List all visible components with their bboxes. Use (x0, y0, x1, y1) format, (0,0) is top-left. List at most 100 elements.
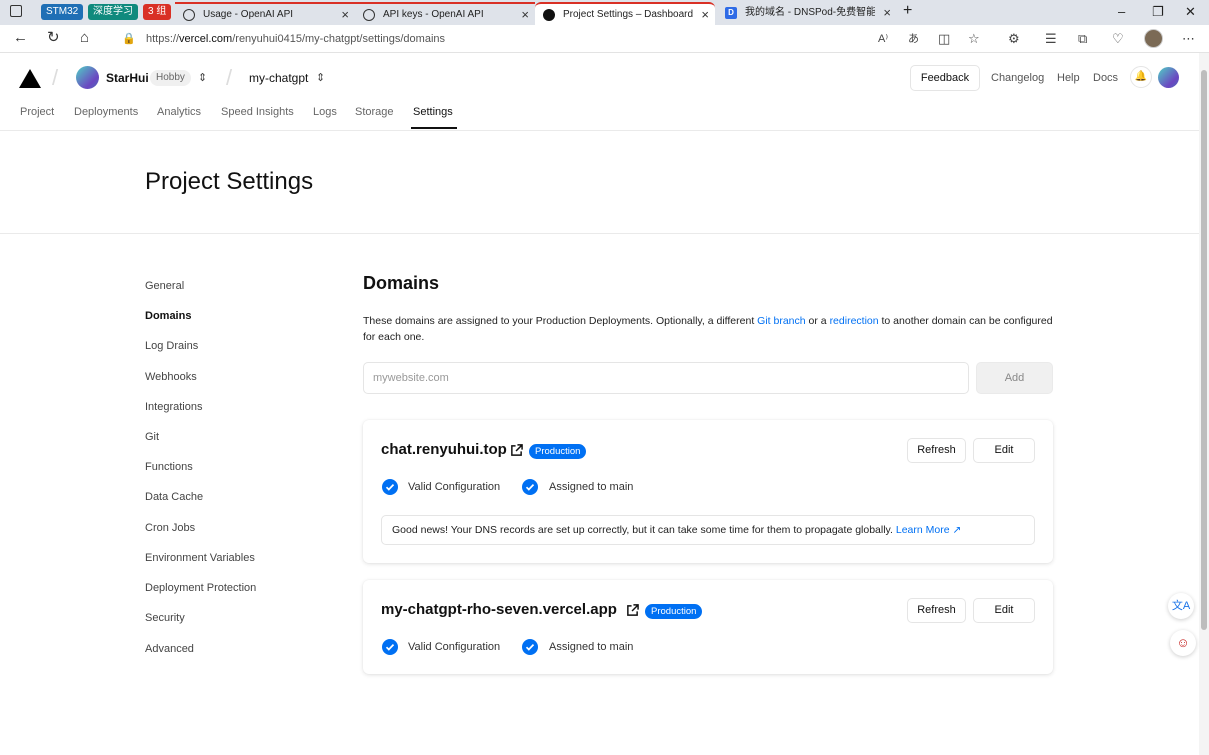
scrollbar-thumb[interactable] (1201, 70, 1207, 630)
tab-speed-insights[interactable]: Speed Insights (221, 105, 294, 119)
tab-actions-icon[interactable] (10, 5, 22, 17)
close-icon[interactable]: × (341, 4, 349, 25)
collections-icon[interactable]: ⧉ (1078, 31, 1087, 47)
home-icon[interactable]: ⌂ (80, 30, 89, 46)
favorites-icon[interactable]: ☰ (1045, 31, 1057, 47)
back-icon[interactable]: ← (13, 30, 28, 46)
sidebar-item-deployment-protection[interactable]: Deployment Protection (145, 581, 256, 595)
production-badge: Production (645, 604, 703, 619)
sidebar-item-domains[interactable]: Domains (145, 309, 191, 323)
team-name[interactable]: StarHui (106, 71, 149, 85)
assigned-branch-status: Assigned to main (549, 481, 634, 493)
vercel-icon (543, 9, 555, 21)
vercel-logo-icon[interactable] (19, 69, 41, 88)
section-description: These domains are assigned to your Produ… (363, 315, 1053, 343)
domain-card: chat.renyuhui.top Production Refresh Edi… (363, 420, 1053, 563)
window-close-icon[interactable]: ✕ (1185, 4, 1196, 20)
breadcrumb-divider: / (226, 65, 233, 90)
tab-logs[interactable]: Logs (313, 105, 337, 119)
edit-button[interactable]: Edit (973, 438, 1035, 463)
page-title: Project Settings (145, 168, 314, 195)
tab-storage[interactable]: Storage (355, 105, 394, 119)
lock-icon[interactable]: 🔒 (122, 29, 136, 49)
refresh-button[interactable]: Refresh (907, 438, 966, 463)
notifications-bell-icon[interactable]: 🔔 (1130, 66, 1152, 88)
extensions-icon[interactable]: ⚙ (1008, 31, 1020, 47)
add-domain-button[interactable]: Add (976, 362, 1053, 394)
sidebar-item-security[interactable]: Security (145, 611, 185, 625)
check-circle-icon (522, 479, 538, 495)
tab-settings[interactable]: Settings (413, 105, 453, 119)
refresh-button[interactable]: Refresh (907, 598, 966, 623)
url-path: /renyuhui0415/my-chatgpt/settings/domain… (232, 33, 446, 45)
assigned-branch-status: Assigned to main (549, 641, 634, 653)
domain-name[interactable]: chat.renyuhui.top (381, 441, 507, 459)
sidebar-item-git[interactable]: Git (145, 430, 159, 444)
sidebar-item-webhooks[interactable]: Webhooks (145, 370, 197, 384)
tab-group-stm32[interactable]: STM32 (41, 4, 84, 20)
external-link-icon[interactable] (626, 604, 639, 617)
dns-success-note: Good news! Your DNS records are set up c… (381, 515, 1035, 545)
new-tab-icon[interactable]: + (903, 3, 912, 19)
tab-analytics[interactable]: Analytics (157, 105, 201, 119)
tab-api-keys-openai[interactable]: API keys - OpenAI API × (355, 2, 535, 25)
docs-link[interactable]: Docs (1093, 71, 1118, 85)
learn-more-link[interactable]: Learn More ↗ (896, 524, 961, 536)
project-name[interactable]: my-chatgpt (249, 71, 308, 85)
tab-group-deep-learning[interactable]: 深度学习 (88, 4, 138, 20)
browser-tab-bar: STM32 深度学习 3 组 Usage - OpenAI API × API … (0, 0, 1209, 25)
openai-icon (363, 9, 375, 21)
changelog-link[interactable]: Changelog (991, 71, 1044, 85)
edit-button[interactable]: Edit (973, 598, 1035, 623)
reading-view-icon[interactable]: ◫ (938, 31, 950, 47)
minimize-icon[interactable]: – (1118, 4, 1125, 20)
address-bar-row: ← ↻ ⌂ 🔒 https://vercel.com/renyuhui0415/… (0, 25, 1209, 53)
sidebar-item-environment-variables[interactable]: Environment Variables (145, 551, 255, 565)
close-icon[interactable]: × (701, 4, 709, 25)
title-divider (0, 233, 1200, 234)
restore-icon[interactable]: ❐ (1152, 4, 1164, 20)
sidebar-item-general[interactable]: General (145, 279, 184, 293)
check-circle-icon (522, 639, 538, 655)
profile-avatar[interactable] (1144, 29, 1163, 48)
tab-group-3[interactable]: 3 组 (143, 4, 172, 20)
url-field[interactable]: 🔒 https://vercel.com/renyuhui0415/my-cha… (112, 29, 872, 49)
sidebar-item-log-drains[interactable]: Log Drains (145, 339, 198, 353)
read-aloud-icon[interactable]: A⁾ (878, 31, 888, 47)
check-circle-icon (382, 479, 398, 495)
team-avatar[interactable] (76, 66, 99, 89)
git-branch-link[interactable]: Git branch (757, 315, 805, 327)
external-link-icon[interactable] (510, 444, 523, 457)
openai-icon (183, 9, 195, 21)
reload-icon[interactable]: ↻ (47, 30, 60, 46)
translate-icon[interactable]: あ (908, 31, 919, 47)
header-divider (0, 130, 1200, 131)
sidebar-item-functions[interactable]: Functions (145, 460, 193, 474)
assistant-widget-icon[interactable]: ☺ (1170, 630, 1196, 656)
domain-name[interactable]: my-chatgpt-rho-seven.vercel.app (381, 601, 617, 619)
close-icon[interactable]: × (521, 4, 529, 25)
favorite-star-icon[interactable]: ☆ (968, 31, 980, 47)
team-switcher-chevron-icon[interactable]: ⇕ (198, 71, 207, 85)
tab-project[interactable]: Project (20, 105, 54, 119)
sidebar-item-cron-jobs[interactable]: Cron Jobs (145, 521, 195, 535)
tab-project-settings[interactable]: Project Settings – Dashboard – V × (535, 2, 715, 25)
sidebar-item-data-cache[interactable]: Data Cache (145, 490, 203, 504)
domain-input[interactable] (363, 362, 969, 394)
feedback-button[interactable]: Feedback (910, 65, 980, 91)
project-switcher-chevron-icon[interactable]: ⇕ (316, 71, 325, 85)
more-icon[interactable]: ⋯ (1182, 31, 1195, 47)
tab-usage-openai[interactable]: Usage - OpenAI API × (175, 2, 355, 25)
close-icon[interactable]: × (883, 2, 891, 23)
valid-configuration-status: Valid Configuration (408, 641, 501, 653)
tab-deployments[interactable]: Deployments (74, 105, 138, 119)
redirection-link[interactable]: redirection (830, 315, 879, 327)
sidebar-item-advanced[interactable]: Advanced (145, 642, 194, 656)
tab-dnspod[interactable]: D 我的域名 - DNSPod-免费智能DN × (717, 2, 897, 25)
help-link[interactable]: Help (1057, 71, 1080, 85)
sidebar-item-integrations[interactable]: Integrations (145, 400, 202, 414)
user-avatar[interactable] (1158, 67, 1179, 88)
performance-icon[interactable]: ♡ (1112, 31, 1124, 47)
translate-widget-icon[interactable]: 文A (1168, 593, 1194, 619)
dnspod-icon: D (725, 7, 737, 19)
